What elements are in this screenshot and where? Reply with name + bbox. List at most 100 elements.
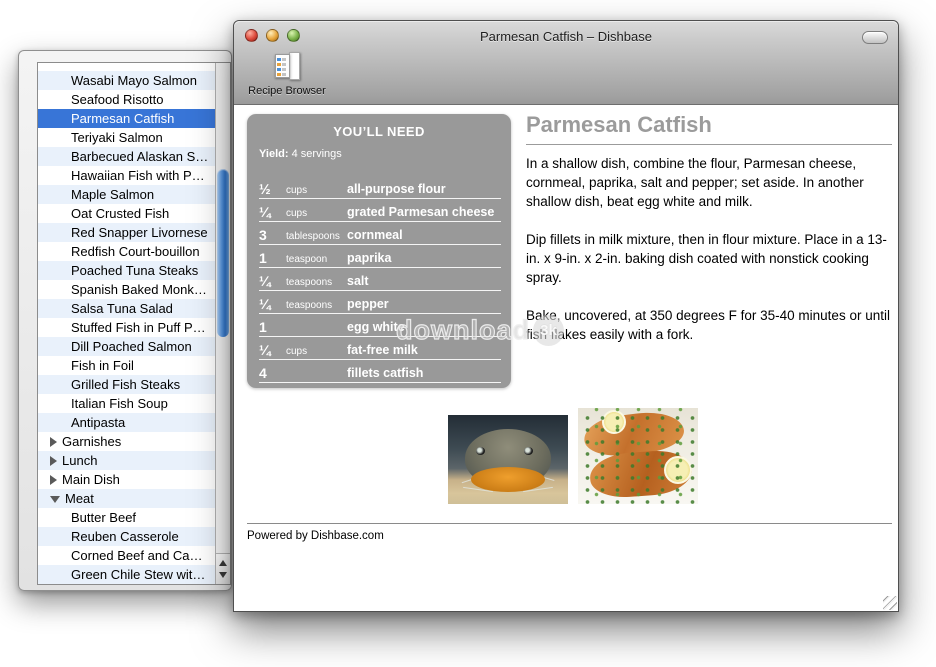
recipe-list-item[interactable]: Fish in Foil bbox=[38, 356, 215, 375]
powered-by-text: Powered by Dishbase.com bbox=[247, 530, 384, 542]
catfish-photo[interactable] bbox=[448, 415, 568, 504]
ingredient-unit: cups bbox=[286, 202, 347, 219]
row-label: Parmesan Catfish bbox=[71, 109, 174, 128]
recipe-list-item[interactable]: Maple Salmon bbox=[38, 185, 215, 204]
row-label: Seafood Risotto bbox=[71, 90, 164, 109]
ingredient-row: ¼teaspoonspepper bbox=[259, 291, 501, 314]
ingredient-name: grated Parmesan cheese bbox=[347, 201, 494, 219]
ingredient-name: all-purpose flour bbox=[347, 178, 446, 196]
ingredient-quantity: ¼ bbox=[259, 269, 286, 289]
recipe-list-item[interactable]: Red Snapper Livornese bbox=[38, 223, 215, 242]
row-label: Oat Crusted Fish bbox=[71, 204, 169, 223]
row-label: Redfish Court-bouillon bbox=[71, 242, 200, 261]
recipe-browser-toolbar-button[interactable]: Recipe Browser bbox=[242, 51, 332, 97]
row-label: Hawaiian Fish with P… bbox=[71, 166, 205, 185]
ingredient-name: pepper bbox=[347, 293, 389, 311]
recipe-list-item[interactable]: Barbecued Alaskan S… bbox=[38, 147, 215, 166]
recipe-list-item[interactable]: Spanish Baked Monk… bbox=[38, 280, 215, 299]
ingredient-row: ½cupsall-purpose flour bbox=[259, 176, 501, 199]
row-label: Wasabi Mayo Salmon bbox=[71, 71, 197, 90]
recipe-list-item[interactable]: Seafood Risotto bbox=[38, 90, 215, 109]
ingredient-row: 3tablespoonscornmeal bbox=[259, 222, 501, 245]
yield-line: Yield: 4 servings bbox=[247, 139, 511, 160]
minimize-button[interactable] bbox=[266, 29, 279, 42]
recipe-list-item[interactable]: Salsa Tuna Salad bbox=[38, 299, 215, 318]
close-button[interactable] bbox=[245, 29, 258, 42]
disclosure-triangle-collapsed-icon[interactable] bbox=[50, 475, 57, 485]
row-label: Italian Fish Soup bbox=[71, 394, 168, 413]
recipe-list-box: Wasabi Mayo SalmonSeafood RisottoParmesa… bbox=[37, 62, 231, 585]
recipe-list-item[interactable]: Redfish Court-bouillon bbox=[38, 242, 215, 261]
row-label: Corned Beef and Ca… bbox=[71, 546, 203, 565]
recipe-list-item[interactable]: Green Chile Stew wit… bbox=[38, 565, 215, 584]
footer-divider bbox=[247, 523, 892, 524]
window-title-bar[interactable]: Parmesan Catfish – Dishbase Recipe Brows… bbox=[234, 21, 898, 105]
recipe-list-rows: Wasabi Mayo SalmonSeafood RisottoParmesa… bbox=[38, 63, 215, 584]
yield-label: Yield: bbox=[259, 148, 289, 160]
row-label: Antipasta bbox=[71, 413, 125, 432]
row-label: Teriyaki Salmon bbox=[71, 128, 163, 147]
resize-grip[interactable] bbox=[883, 596, 897, 610]
tree-category-row[interactable]: Main Dish bbox=[38, 470, 215, 489]
scroll-up-arrow-icon[interactable] bbox=[219, 560, 227, 566]
disclosure-triangle-expanded-icon[interactable] bbox=[50, 496, 60, 503]
tree-category-row[interactable]: Lunch bbox=[38, 451, 215, 470]
ingredient-quantity: ¼ bbox=[259, 292, 286, 312]
recipe-list-item[interactable]: Parmesan Catfish bbox=[38, 109, 215, 128]
row-label: Meat bbox=[65, 489, 94, 508]
row-label: Fish in Foil bbox=[71, 356, 134, 375]
recipe-list-item[interactable]: Antipasta bbox=[38, 413, 215, 432]
row-label: Main Dish bbox=[62, 470, 120, 489]
instruction-paragraph: Dip fillets in milk mixture, then in flo… bbox=[526, 230, 894, 287]
ingredient-row: ¼cupsgrated Parmesan cheese bbox=[259, 199, 501, 222]
recipe-list-item[interactable]: Stuffed Fish in Puff P… bbox=[38, 318, 215, 337]
row-label: Poached Tuna Steaks bbox=[71, 261, 198, 280]
row-label: Spanish Baked Monk… bbox=[71, 280, 207, 299]
recipe-list-item[interactable]: Corned Beef and Ca… bbox=[38, 546, 215, 565]
recipe-list-item[interactable]: Teriyaki Salmon bbox=[38, 128, 215, 147]
ingredient-name: fillets catfish bbox=[347, 362, 423, 380]
ingredient-quantity: 3 bbox=[259, 223, 286, 243]
list-scrollbar[interactable] bbox=[215, 63, 230, 584]
recipe-list-item[interactable]: Hawaiian Fish with P… bbox=[38, 166, 215, 185]
recipe-list-item[interactable]: Reuben Casserole bbox=[38, 527, 215, 546]
toolbar-toggle-button[interactable] bbox=[862, 31, 888, 44]
recipe-list-item[interactable]: Wasabi Mayo Salmon bbox=[38, 71, 215, 90]
row-label: Green Chile Stew wit… bbox=[71, 565, 205, 584]
row-label: Lunch bbox=[62, 451, 97, 470]
ingredient-quantity: ¼ bbox=[259, 200, 286, 220]
yield-value: 4 servings bbox=[292, 148, 342, 160]
title-divider bbox=[526, 144, 892, 145]
recipe-list-item[interactable]: Grilled Fish Steaks bbox=[38, 375, 215, 394]
ingredients-panel: YOU’LL NEED Yield: 4 servings ½cupsall-p… bbox=[247, 114, 511, 388]
ingredient-unit bbox=[286, 368, 347, 374]
recipe-list-item[interactable]: Poached Tuna Steaks bbox=[38, 261, 215, 280]
ingredient-name: egg white bbox=[347, 316, 405, 334]
tree-category-row[interactable]: Meat bbox=[38, 489, 215, 508]
ingredient-row: 1 egg white bbox=[259, 314, 501, 337]
ingredient-unit: cups bbox=[286, 179, 347, 196]
disclosure-triangle-collapsed-icon[interactable] bbox=[50, 437, 57, 447]
row-label: Dill Poached Salmon bbox=[71, 337, 192, 356]
cooked-dish-photo[interactable] bbox=[578, 408, 698, 504]
recipe-list-item[interactable]: Oat Crusted Fish bbox=[38, 204, 215, 223]
recipe-list-item[interactable]: Butter Beef bbox=[38, 508, 215, 527]
ingredients-panel-header: YOU’LL NEED bbox=[247, 114, 511, 139]
ingredient-row: ¼teaspoonssalt bbox=[259, 268, 501, 291]
ingredient-row: 1teaspoonpaprika bbox=[259, 245, 501, 268]
scrollbar-thumb[interactable] bbox=[217, 169, 229, 337]
scroll-down-arrow-icon[interactable] bbox=[219, 572, 227, 578]
ingredient-name: salt bbox=[347, 270, 369, 288]
ingredient-quantity: 1 bbox=[259, 315, 286, 335]
ingredient-unit: teaspoon bbox=[286, 248, 347, 265]
instruction-paragraph: In a shallow dish, combine the flour, Pa… bbox=[526, 154, 894, 211]
tree-category-row[interactable]: Garnishes bbox=[38, 432, 215, 451]
recipe-list-item[interactable]: Italian Fish Soup bbox=[38, 394, 215, 413]
row-label: Garnishes bbox=[62, 432, 121, 451]
recipe-list-item[interactable]: Dill Poached Salmon bbox=[38, 337, 215, 356]
recipe-list-window[interactable]: Wasabi Mayo SalmonSeafood RisottoParmesa… bbox=[18, 50, 232, 591]
recipe-detail-window: Parmesan Catfish – Dishbase Recipe Brows… bbox=[233, 20, 899, 612]
instruction-paragraph: Bake, uncovered, at 350 degrees F for 35… bbox=[526, 306, 894, 344]
ingredient-rows: ½cupsall-purpose flour¼cupsgrated Parmes… bbox=[259, 176, 501, 383]
disclosure-triangle-collapsed-icon[interactable] bbox=[50, 456, 57, 466]
